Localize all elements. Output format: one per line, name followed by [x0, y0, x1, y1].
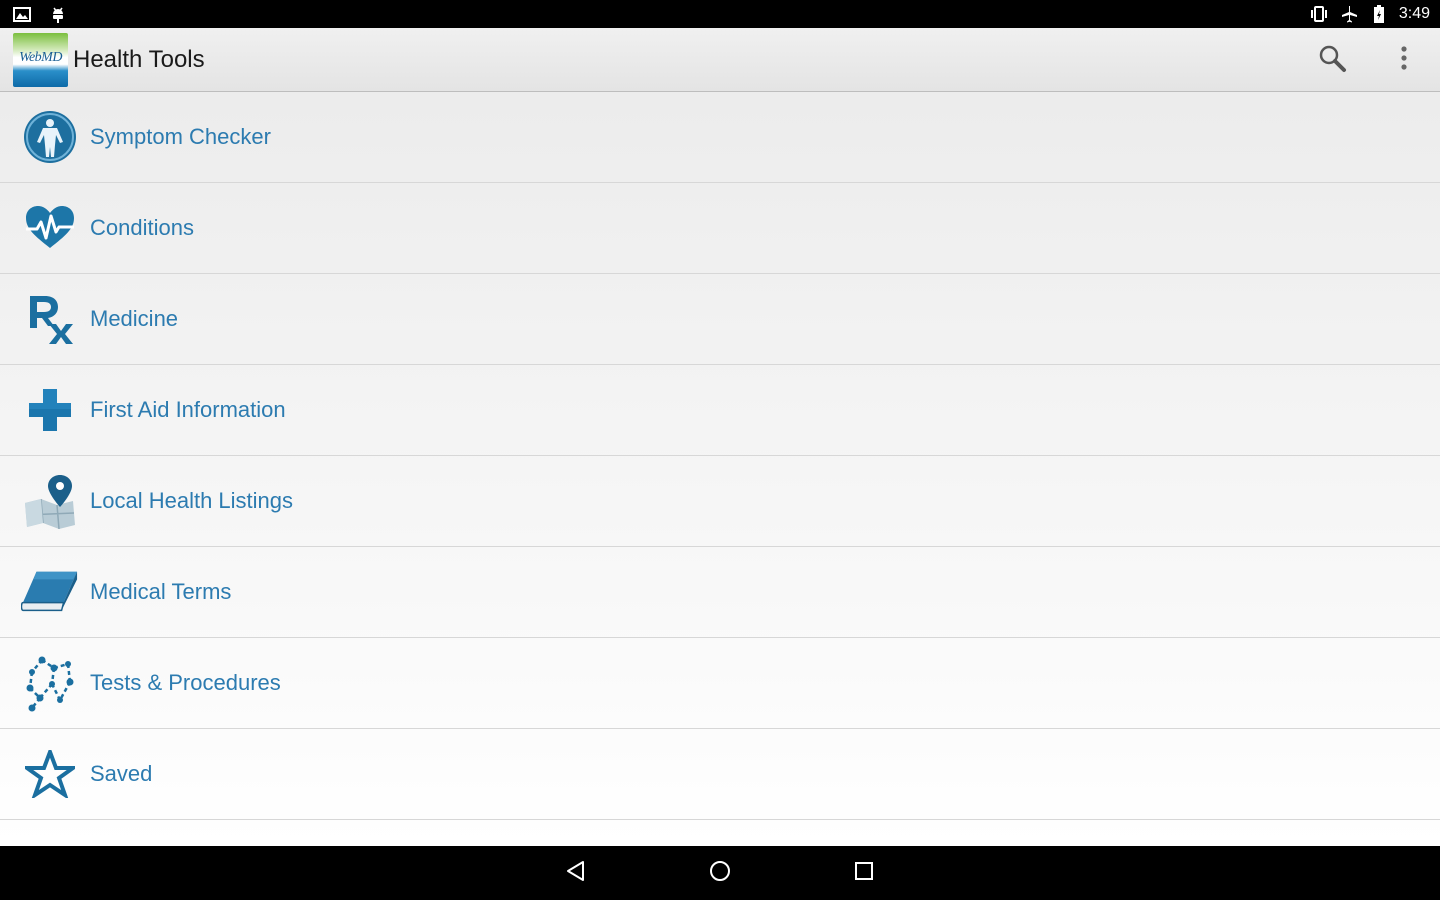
status-bar: 3:49	[0, 0, 1440, 28]
battery-icon	[1369, 4, 1389, 24]
search-icon	[1317, 43, 1347, 77]
list-item-label: First Aid Information	[90, 397, 286, 422]
status-bar-right: 3:49	[1309, 4, 1440, 24]
logo-text: WebMD	[19, 49, 62, 65]
book-icon	[21, 563, 79, 621]
android-debug-icon	[48, 4, 68, 24]
list-item-conditions[interactable]: Conditions	[0, 183, 1440, 274]
list-item-label: Saved	[90, 761, 153, 786]
list-item-label: Tests & Procedures	[90, 670, 281, 695]
overflow-menu-icon	[1400, 45, 1408, 75]
heart-pulse-icon	[21, 199, 79, 257]
search-button[interactable]	[1296, 28, 1368, 91]
back-button[interactable]	[552, 849, 600, 897]
health-tools-list: Symptom Checker Conditions Medicine Firs…	[0, 92, 1440, 846]
app-logo[interactable]: WebMD	[13, 32, 68, 87]
recents-icon	[853, 860, 875, 886]
list-item-label: Medicine	[90, 306, 179, 331]
status-time: 3:49	[1398, 5, 1430, 22]
back-icon	[565, 860, 587, 886]
list-item-label: Medical Terms	[90, 579, 232, 604]
list-item-medicine[interactable]: Medicine	[0, 274, 1440, 365]
list-item-symptom-checker[interactable]: Symptom Checker	[0, 92, 1440, 183]
list-item-label: Local Health Listings	[90, 488, 294, 513]
app-bar: WebMD Health Tools	[0, 28, 1440, 92]
medical-cross-icon	[21, 381, 79, 439]
status-bar-left	[0, 4, 68, 24]
home-button[interactable]	[696, 849, 744, 897]
list-item-first-aid[interactable]: First Aid Information	[0, 365, 1440, 456]
list-item-saved[interactable]: Saved	[0, 729, 1440, 820]
page-title: Health Tools	[73, 45, 205, 73]
rx-icon	[21, 290, 79, 348]
list-item-medical-terms[interactable]: Medical Terms	[0, 547, 1440, 638]
recents-button[interactable]	[840, 849, 888, 897]
list-item-tests-procedures[interactable]: Tests & Procedures	[0, 638, 1440, 729]
gallery-notification-icon	[12, 4, 32, 24]
star-icon	[21, 745, 79, 803]
body-figure-icon	[21, 108, 79, 166]
molecule-icon	[21, 654, 79, 712]
overflow-menu-button[interactable]	[1368, 28, 1440, 91]
airplane-mode-icon	[1339, 4, 1359, 24]
list-item-local-health-listings[interactable]: Local Health Listings	[0, 456, 1440, 547]
list-item-label: Conditions	[90, 215, 194, 240]
home-icon	[708, 859, 732, 887]
list-item-label: Symptom Checker	[90, 124, 271, 149]
app-bar-actions	[1296, 28, 1440, 91]
vibrate-icon	[1309, 4, 1329, 24]
map-pin-icon	[21, 472, 79, 530]
navigation-bar	[0, 846, 1440, 900]
